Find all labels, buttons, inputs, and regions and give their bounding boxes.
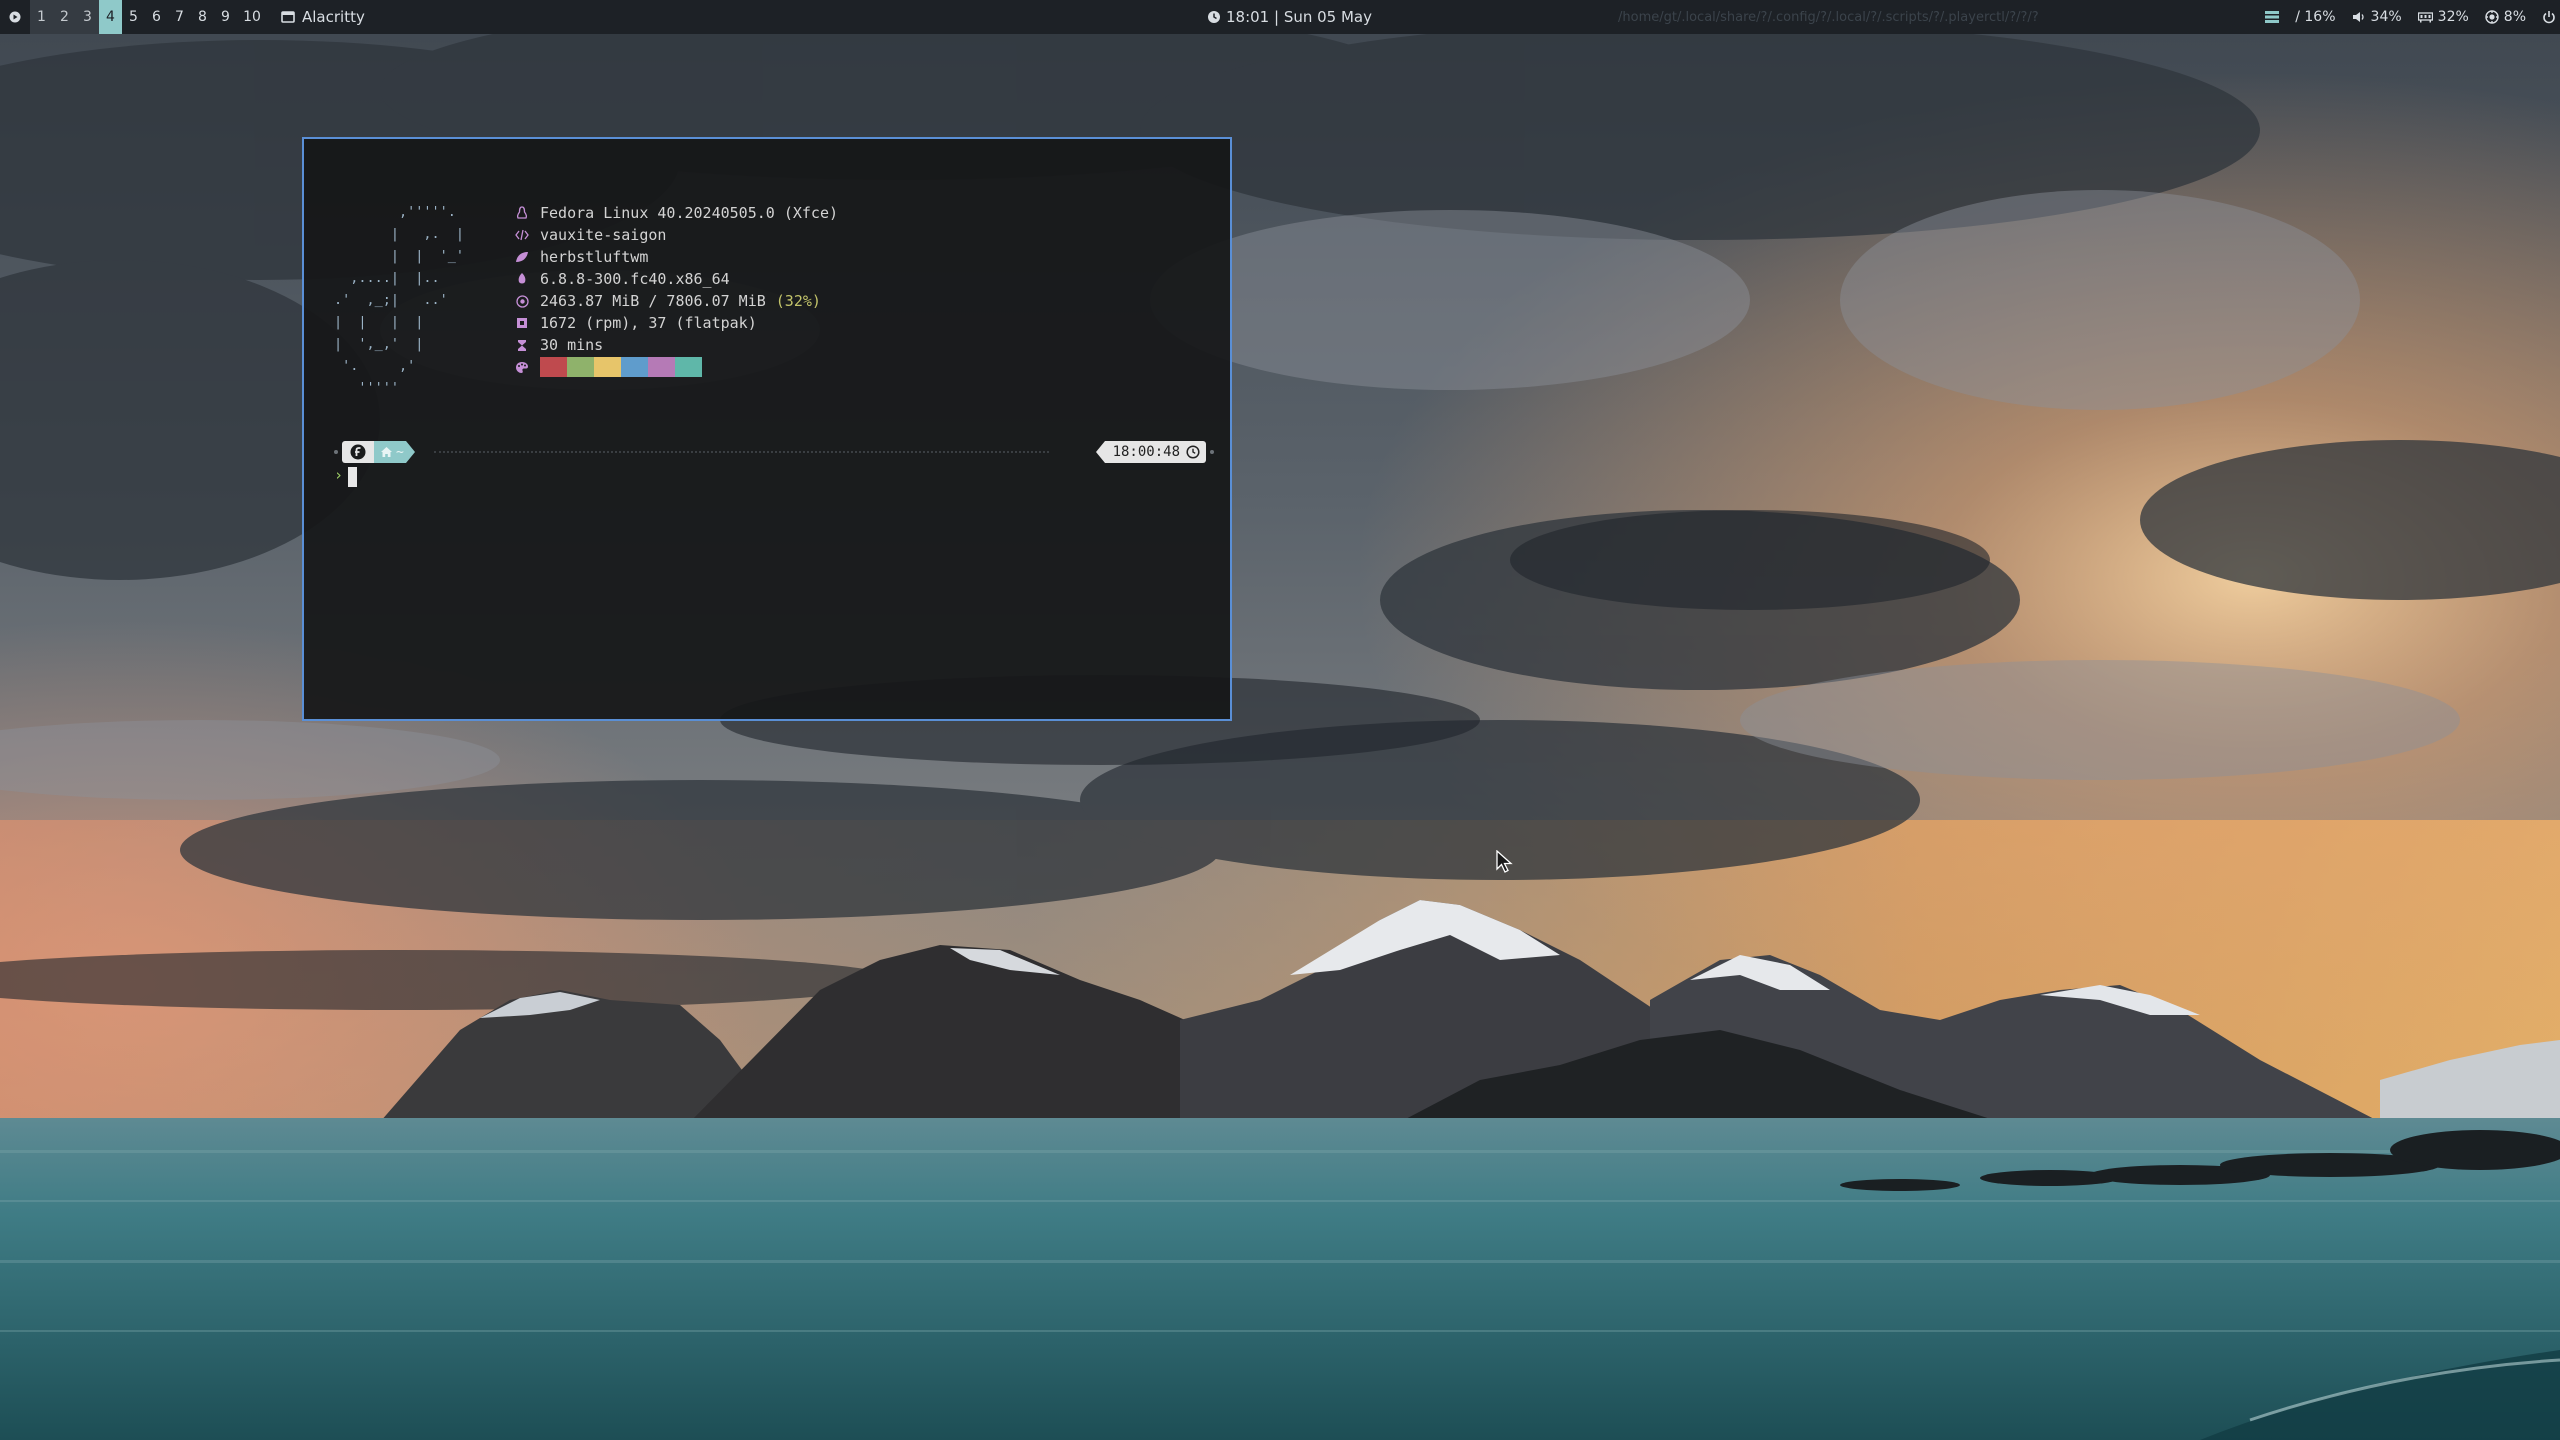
fetch-memory-row: 2463.87 MiB / 7806.07 MiB (32%) [514, 290, 838, 312]
workspace-5[interactable]: 5 [122, 0, 145, 34]
palette-icon [514, 361, 530, 374]
fetch-os-row: Fedora Linux 40.20240505.0 (Xfce) [514, 202, 838, 224]
fetch-host-text: vauxite-saigon [540, 226, 667, 244]
palette-swatch-6 [675, 357, 702, 377]
fedora-ascii-logo: ,'''''. | ,. | | | '_' ,....| |.. .' ,_;… [334, 204, 465, 396]
gear-icon [514, 272, 530, 286]
prompt-right-segment: 18:00:48 [1095, 441, 1206, 463]
leaf-icon [514, 251, 530, 263]
desktop: 1 2 3 4 5 6 7 8 9 10 Alacritty 18:01 | S… [0, 0, 2560, 1440]
command-input-line[interactable]: › [334, 464, 357, 487]
prompt-left-segment: ~ [342, 441, 415, 463]
prompt-time-segment: 18:00:48 [1104, 441, 1206, 463]
text-cursor [348, 467, 357, 487]
workspace-1[interactable]: 1 [30, 0, 53, 34]
clock[interactable]: 18:01 | Sun 05 May [1207, 0, 1372, 34]
fetch-kernel-text: 6.8.8-300.fc40.x86_64 [540, 270, 730, 288]
mouse-pointer-icon [1496, 850, 1513, 873]
fetch-packages-row: 1672 (rpm), 37 (flatpak) [514, 312, 838, 334]
fetch-uptime-row: 30 mins [514, 334, 838, 356]
clock-text: 18:01 | Sun 05 May [1226, 8, 1372, 26]
palette-swatch-4 [621, 357, 648, 377]
cpu-icon [2485, 10, 2499, 24]
workspace-6[interactable]: 6 [145, 0, 168, 34]
workspace-3[interactable]: 3 [76, 0, 99, 34]
prompt-dir-text: ~ [396, 444, 404, 460]
fetch-memory-percent: (32%) [775, 292, 821, 310]
fetch-wm-text: herbstluftwm [540, 248, 649, 266]
workspace-8[interactable]: 8 [191, 0, 214, 34]
prompt-os-segment [342, 441, 374, 463]
fetch-os-text: Fedora Linux 40.20240505.0 (Xfce) [540, 204, 839, 222]
memory-text: 32% [2437, 9, 2469, 25]
palette-swatch-5 [648, 357, 675, 377]
memory-icon [2417, 12, 2433, 23]
prompt-time-text: 18:00:48 [1112, 444, 1180, 460]
fetch-uptime-text: 30 mins [540, 336, 604, 354]
fetch-packages-text: 1672 (rpm), 37 (flatpak) [540, 314, 757, 332]
top-bar: 1 2 3 4 5 6 7 8 9 10 Alacritty 18:01 | S… [0, 0, 2560, 34]
fetch-info: Fedora Linux 40.20240505.0 (Xfce) vauxit… [514, 202, 838, 378]
speaker-icon [2352, 12, 2364, 22]
fetch-host-row: vauxite-saigon [514, 224, 838, 246]
volume-indicator[interactable]: 34% [2352, 9, 2402, 25]
window-path-text: /home/gt/.local/share/?/.config/?/.local… [1618, 9, 2039, 25]
volume-text: 34% [2370, 9, 2402, 25]
workspace-9[interactable]: 9 [214, 0, 237, 34]
prompt-dir-segment: ~ [374, 441, 406, 463]
memory-indicator[interactable]: 32% [2417, 9, 2469, 25]
prompt-arrow-left [1095, 441, 1105, 463]
color-palette [540, 357, 702, 377]
workspace-list: 1 2 3 4 5 6 7 8 9 10 [30, 0, 267, 34]
home-icon [381, 447, 392, 457]
workspace-2[interactable]: 2 [53, 0, 76, 34]
fetch-memory-text: 2463.87 MiB / 7806.07 MiB [540, 292, 766, 310]
fetch-wm-row: herbstluftwm [514, 246, 838, 268]
power-button[interactable] [2542, 10, 2556, 24]
palette-swatch-2 [567, 357, 594, 377]
clock-icon [1208, 11, 1220, 23]
layout-indicator[interactable] [2265, 11, 2280, 23]
workspace-10[interactable]: 10 [237, 0, 267, 34]
fedora-icon [350, 444, 366, 460]
active-app-name: Alacritty [302, 8, 365, 26]
palette-swatch-3 [594, 357, 621, 377]
terminal-window[interactable]: ,'''''. | ,. | | | '_' ,....| |.. .' ,_;… [302, 137, 1232, 721]
power-icon [2543, 11, 2555, 24]
active-window-title[interactable]: Alacritty [281, 8, 365, 26]
cpu-text: 8% [2503, 9, 2526, 25]
linux-icon [514, 206, 530, 220]
prompt-filler-line [434, 451, 1049, 453]
fetch-palette-row [514, 356, 838, 378]
disk-usage-text: / 16% [2295, 9, 2336, 25]
package-icon [514, 317, 530, 329]
hourglass-icon [514, 339, 530, 352]
memory-icon [514, 294, 530, 308]
palette-swatch-1 [540, 357, 567, 377]
prompt-char: › [334, 466, 344, 484]
app-menu-button[interactable] [0, 0, 30, 34]
prompt-arrow-right [405, 441, 415, 463]
prompt-dot-right [1210, 450, 1214, 454]
window-icon [281, 11, 295, 23]
workspace-7[interactable]: 7 [168, 0, 191, 34]
system-tray: / 16% 34% 32% 8% [2265, 0, 2556, 34]
layout-icon [2265, 11, 2280, 23]
workspace-4[interactable]: 4 [99, 0, 122, 34]
prompt-line: ~ 18:00:48 [334, 441, 1214, 463]
play-menu-icon [9, 11, 21, 23]
prompt-dot-left [334, 450, 338, 454]
cpu-indicator[interactable]: 8% [2485, 9, 2526, 25]
fetch-kernel-row: 6.8.8-300.fc40.x86_64 [514, 268, 838, 290]
clock-icon [1186, 445, 1200, 459]
code-icon [514, 229, 530, 241]
disk-usage[interactable]: / 16% [2295, 9, 2335, 25]
